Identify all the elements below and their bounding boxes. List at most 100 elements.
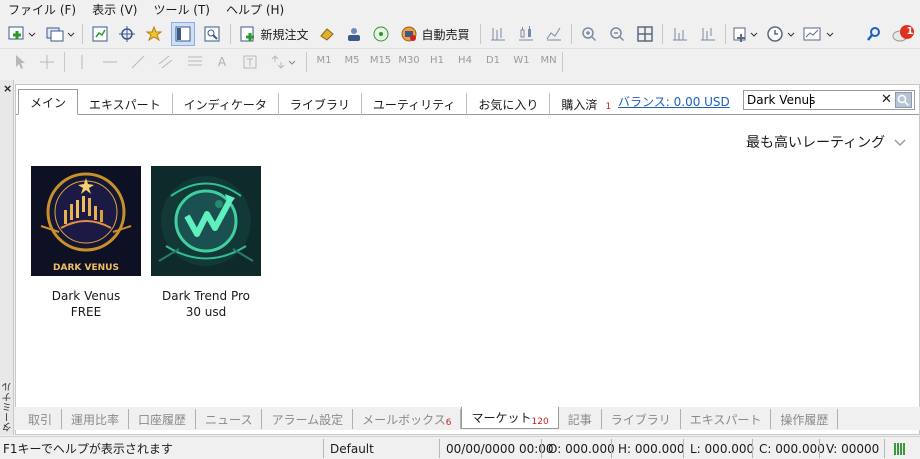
tab-experts-log[interactable]: エキスパート	[681, 409, 772, 429]
crosshair-icon	[119, 26, 135, 42]
tab-news[interactable]: ニュース	[196, 409, 263, 429]
crosshair-tool-icon	[40, 55, 54, 69]
tab-exposure[interactable]: 運用比率	[62, 409, 130, 429]
timeframe-m30[interactable]: M30	[395, 55, 423, 66]
vps-button[interactable]	[369, 22, 393, 46]
fibonacci-button[interactable]	[184, 50, 206, 74]
auto-scroll-button[interactable]	[668, 22, 692, 46]
menu-file[interactable]: ファイル (F)	[0, 0, 84, 20]
product-image-dark-venus[interactable]: DARK VENUS	[31, 166, 141, 276]
strategy-tester-button[interactable]	[200, 22, 224, 46]
horizontal-line-icon	[103, 61, 117, 63]
tab-history[interactable]: 口座履歴	[129, 409, 197, 429]
tile-windows-button[interactable]	[633, 22, 657, 46]
zoom-out-button[interactable]	[605, 22, 629, 46]
tab-trade[interactable]: 取引	[14, 409, 63, 429]
crosshair-button[interactable]	[36, 50, 58, 74]
timeframe-mn[interactable]: MN	[536, 55, 561, 66]
tab-alerts[interactable]: アラーム設定	[262, 409, 354, 429]
signals-button[interactable]	[342, 22, 366, 46]
status-help: F1キーでヘルプが表示されます	[3, 442, 173, 456]
tab-market-label: マーケット	[471, 411, 532, 425]
menu-tools[interactable]: ツール (T)	[145, 0, 218, 20]
timeframe-m15[interactable]: M15	[366, 55, 395, 66]
tab-indicators[interactable]: インディケータ	[173, 93, 279, 115]
candles-button[interactable]	[514, 22, 538, 46]
line-chart-button[interactable]	[542, 22, 566, 46]
new-chart-button[interactable]	[6, 22, 38, 46]
status-profile: Default	[330, 442, 374, 456]
fibonacci-icon	[188, 56, 202, 66]
trendline-icon	[131, 55, 145, 69]
balance-link[interactable]: バランス: 0.00 USD	[618, 93, 730, 110]
profiles-icon	[46, 27, 75, 42]
navigator-button[interactable]	[115, 22, 139, 46]
market-badge: 120	[531, 416, 549, 427]
drawing-toolbar: A M1 M5 M15 M30 H1 H4 D1 W1 MN	[0, 49, 920, 75]
timeframe-h4[interactable]: H4	[451, 55, 479, 66]
auto-trade-button[interactable]: 自動売買	[397, 22, 473, 46]
menu-help[interactable]: ヘルプ (H)	[218, 0, 292, 20]
close-icon[interactable]: ×	[3, 82, 12, 95]
tab-purchased[interactable]: 購入済 1	[550, 93, 622, 115]
new-order-button[interactable]: 新規注文	[236, 22, 312, 46]
menu-view[interactable]: 表示 (V)	[84, 0, 145, 20]
trendline-button[interactable]	[128, 50, 148, 74]
terminal-button[interactable]	[171, 22, 195, 46]
indicators-button[interactable]	[731, 22, 761, 46]
search-button[interactable]	[862, 22, 886, 46]
bar-chart-button[interactable]	[486, 22, 510, 46]
tab-articles[interactable]: 記事	[559, 409, 602, 429]
channel-icon	[158, 55, 173, 69]
tab-journal[interactable]: 操作履歴	[771, 409, 839, 429]
one-click-button[interactable]	[315, 22, 339, 46]
tab-experts[interactable]: エキスパート	[78, 93, 173, 115]
sort-dropdown[interactable]: 最も高いレーティング	[746, 132, 907, 152]
search-submit-button[interactable]	[895, 92, 912, 108]
timeframe-w1[interactable]: W1	[507, 55, 536, 66]
zoom-in-button[interactable]	[577, 22, 601, 46]
tab-utilities[interactable]: ユーティリティ	[362, 93, 468, 115]
notifications-button[interactable]: 1	[890, 22, 916, 46]
new-chart-icon	[8, 26, 36, 40]
timeframes-button[interactable]	[765, 22, 797, 46]
status-bar: F1キーでヘルプが表示されます Default 00/00/0000 00:00…	[0, 436, 920, 459]
terminal-label: ターミナル	[3, 382, 14, 432]
timeframe-h1[interactable]: H1	[423, 55, 451, 66]
timeframe-m1[interactable]: M1	[310, 55, 338, 66]
arrows-button[interactable]	[268, 50, 298, 74]
favorites-button[interactable]	[142, 22, 166, 46]
clear-search-icon[interactable]: ✕	[881, 92, 892, 107]
product-name-dark-venus[interactable]: Dark Venus	[21, 289, 151, 303]
cursor-button[interactable]	[10, 50, 30, 74]
tab-mailbox[interactable]: メールボックス 6	[353, 409, 462, 429]
tab-code-base[interactable]: ライブラリ	[602, 409, 681, 429]
tab-libraries[interactable]: ライブラリ	[279, 93, 362, 115]
product-image-dark-trend-pro[interactable]	[151, 166, 261, 276]
status-open: O: 000.000	[548, 442, 615, 456]
timeframe-d1[interactable]: D1	[479, 55, 507, 66]
label-tool-button[interactable]	[240, 50, 260, 74]
timeframe-m5[interactable]: M5	[338, 55, 366, 66]
menu-bar: ファイル (F) 表示 (V) ツール (T) ヘルプ (H)	[0, 0, 920, 20]
search-input[interactable]: Dark Venus	[747, 93, 815, 107]
main-toolbar: 新規注文 自動売買 1	[0, 20, 920, 49]
product-name-dark-trend-pro[interactable]: Dark Trend Pro	[141, 289, 271, 303]
market-content: メイン エキスパート インディケータ ライブラリ ユーティリティ お気に入り 購…	[15, 84, 920, 435]
market-watch-button[interactable]	[88, 22, 112, 46]
mailbox-badge: 6	[445, 418, 452, 428]
tab-mailbox-label: メールボックス	[362, 412, 446, 427]
profiles-button[interactable]	[44, 22, 76, 46]
text-tool-button[interactable]: A	[212, 50, 232, 74]
vertical-line-button[interactable]	[72, 50, 92, 74]
horizontal-line-button[interactable]	[100, 50, 120, 74]
tab-market[interactable]: マーケット 120	[461, 407, 559, 429]
text-caret	[810, 94, 811, 108]
tab-main[interactable]: メイン	[18, 89, 79, 115]
chart-shift-button[interactable]	[696, 22, 720, 46]
new-order-icon	[240, 26, 255, 42]
tab-favorites[interactable]: お気に入り	[467, 93, 551, 115]
templates-button[interactable]	[801, 22, 837, 46]
line-chart-icon	[546, 27, 561, 41]
channel-button[interactable]	[155, 50, 177, 74]
